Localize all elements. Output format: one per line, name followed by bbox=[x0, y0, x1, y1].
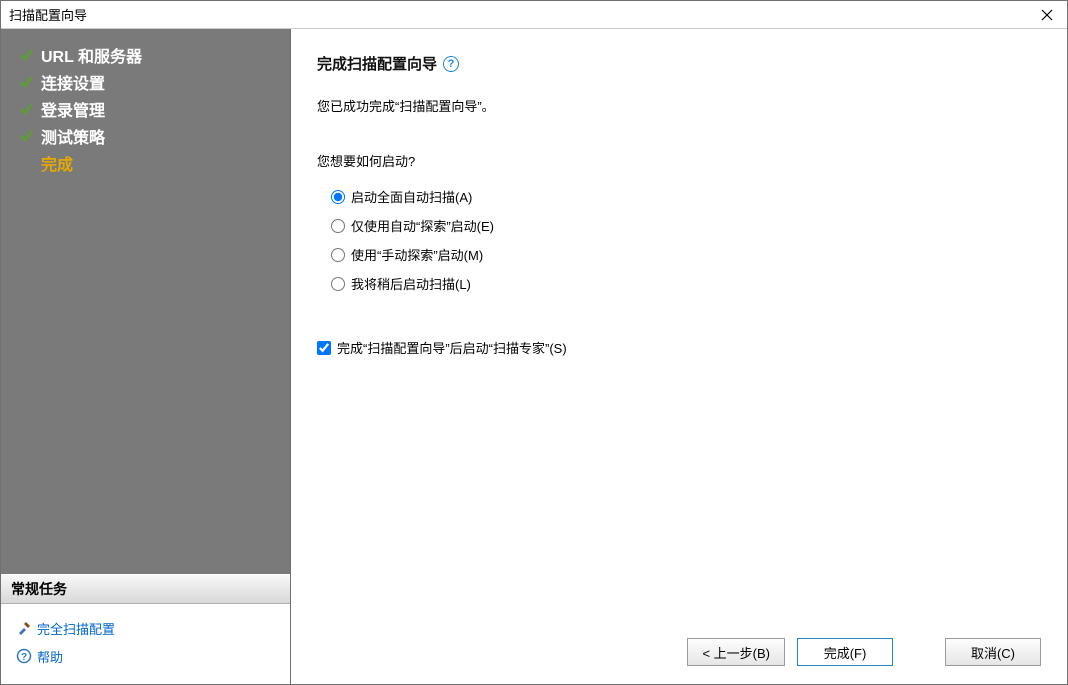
wizard-steps: URL 和服务器 连接设置 登录管理 bbox=[1, 29, 290, 574]
option-label: 使用“手动探索”启动(M) bbox=[351, 245, 483, 264]
tools-icon bbox=[15, 620, 33, 636]
help-icon: ? bbox=[15, 648, 33, 664]
option-full-auto-scan[interactable]: 启动全面自动扫描(A) bbox=[331, 182, 1041, 211]
check-icon bbox=[19, 75, 37, 89]
task-label: 帮助 bbox=[37, 647, 63, 666]
sidebar: URL 和服务器 连接设置 登录管理 bbox=[1, 29, 291, 684]
option-label: 启动全面自动扫描(A) bbox=[351, 187, 472, 206]
option-label: 仅使用自动“探索”启动(E) bbox=[351, 216, 494, 235]
heading-help-icon[interactable]: ? bbox=[443, 56, 459, 72]
main-panel: 完成扫描配置向导 ? 您已成功完成“扫描配置向导”。 您想要如何启动? 启动全面… bbox=[291, 29, 1067, 684]
step-label: URL 和服务器 bbox=[41, 43, 142, 67]
main-heading: 完成扫描配置向导 bbox=[317, 53, 437, 74]
radio-manual-explore[interactable] bbox=[331, 248, 345, 262]
titlebar: 扫描配置向导 bbox=[1, 1, 1067, 29]
radio-full-auto-scan[interactable] bbox=[331, 190, 345, 204]
step-label: 连接设置 bbox=[41, 70, 105, 94]
radio-later[interactable] bbox=[331, 277, 345, 291]
wizard-footer: < 上一步(B) 完成(F) 取消(C) bbox=[687, 638, 1041, 666]
checkbox-label: 完成“扫描配置向导”后启动“扫描专家”(S) bbox=[337, 338, 567, 357]
step-test-policy: 测试策略 bbox=[1, 122, 290, 149]
option-label: 我将稍后启动扫描(L) bbox=[351, 274, 471, 293]
launch-question: 您想要如何启动? bbox=[317, 151, 1041, 170]
step-finish: 完成 bbox=[1, 149, 290, 176]
option-later[interactable]: 我将稍后启动扫描(L) bbox=[331, 269, 1041, 298]
option-auto-explore[interactable]: 仅使用自动“探索”启动(E) bbox=[331, 211, 1041, 240]
step-url-servers: URL 和服务器 bbox=[1, 41, 290, 68]
step-login: 登录管理 bbox=[1, 95, 290, 122]
task-help[interactable]: ? 帮助 bbox=[15, 642, 276, 670]
cancel-button[interactable]: 取消(C) bbox=[945, 638, 1041, 666]
step-label: 完成 bbox=[41, 151, 73, 175]
finish-button[interactable]: 完成(F) bbox=[797, 638, 893, 666]
option-manual-explore[interactable]: 使用“手动探索”启动(M) bbox=[331, 240, 1041, 269]
step-label: 登录管理 bbox=[41, 97, 105, 121]
success-text: 您已成功完成“扫描配置向导”。 bbox=[317, 96, 1041, 115]
wizard-window: 扫描配置向导 URL 和服务器 连接设 bbox=[0, 0, 1068, 685]
scan-expert-checkbox[interactable] bbox=[317, 341, 331, 355]
tasks-header: 常规任务 bbox=[1, 574, 290, 604]
check-icon bbox=[19, 129, 37, 143]
check-icon bbox=[19, 48, 37, 62]
close-button[interactable] bbox=[1027, 1, 1067, 28]
radio-auto-explore[interactable] bbox=[331, 219, 345, 233]
tasks-body: 完全扫描配置 ? 帮助 bbox=[1, 604, 290, 684]
launch-options: 启动全面自动扫描(A) 仅使用自动“探索”启动(E) 使用“手动探索”启动(M)… bbox=[317, 182, 1041, 298]
back-button[interactable]: < 上一步(B) bbox=[687, 638, 785, 666]
close-icon bbox=[1041, 9, 1053, 21]
step-label: 测试策略 bbox=[41, 124, 105, 148]
svg-text:?: ? bbox=[21, 652, 27, 663]
check-icon bbox=[19, 102, 37, 116]
main-heading-row: 完成扫描配置向导 ? bbox=[317, 53, 1041, 74]
window-title: 扫描配置向导 bbox=[9, 5, 87, 24]
scan-expert-checkbox-row[interactable]: 完成“扫描配置向导”后启动“扫描专家”(S) bbox=[317, 338, 1041, 357]
task-label: 完全扫描配置 bbox=[37, 619, 115, 638]
task-full-scan-config[interactable]: 完全扫描配置 bbox=[15, 614, 276, 642]
wizard-body: URL 和服务器 连接设置 登录管理 bbox=[1, 29, 1067, 684]
tasks-panel: 常规任务 完全扫描配置 bbox=[1, 574, 290, 684]
step-connection: 连接设置 bbox=[1, 68, 290, 95]
